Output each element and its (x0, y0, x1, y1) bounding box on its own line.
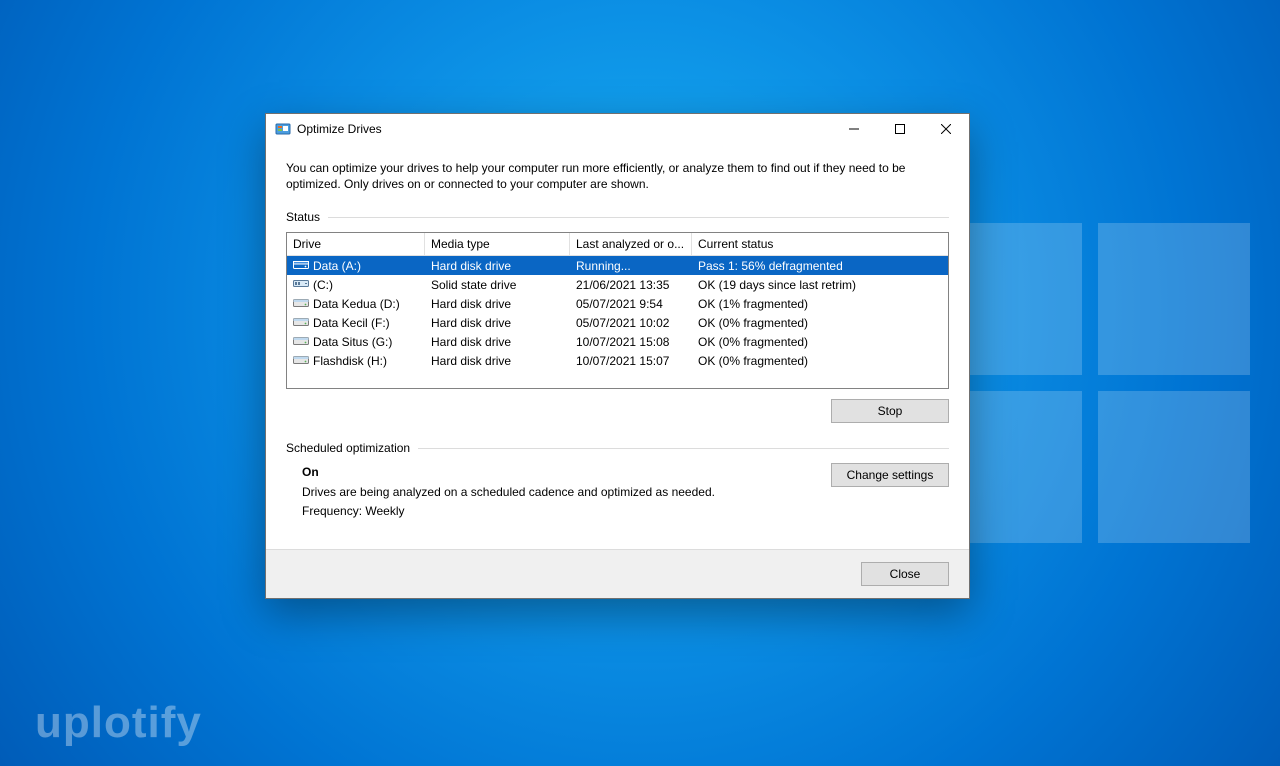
drive-media: Hard disk drive (425, 316, 570, 330)
status-section-label: Status (286, 210, 949, 224)
watermark-text: uplotify (35, 698, 202, 748)
drive-icon (293, 334, 313, 349)
minimize-button[interactable] (831, 114, 877, 144)
drive-name: Data Kecil (F:) (313, 316, 390, 330)
status-label-text: Status (286, 210, 320, 224)
drive-row[interactable]: Data Situs (G:) Hard disk drive10/07/2021… (287, 332, 948, 351)
drive-name: (C:) (313, 278, 333, 292)
scheduled-label-text: Scheduled optimization (286, 441, 410, 455)
optimize-drives-window: Optimize Drives You can optimize your dr… (265, 113, 970, 599)
col-header-status[interactable]: Current status (692, 233, 948, 256)
windows-logo-background (930, 223, 1250, 543)
drive-row[interactable]: Data Kedua (D:) Hard disk drive05/07/2021… (287, 294, 948, 313)
col-header-drive[interactable]: Drive (287, 233, 425, 256)
drive-media: Hard disk drive (425, 259, 570, 273)
drive-name: Data Kedua (D:) (313, 297, 400, 311)
close-window-button[interactable]: Close (861, 562, 949, 586)
scheduled-on-label: On (302, 463, 831, 482)
drive-last: Running... (570, 259, 692, 273)
drive-icon (293, 353, 313, 368)
drive-last: 21/06/2021 13:35 (570, 278, 692, 292)
drive-status: OK (19 days since last retrim) (692, 278, 948, 292)
drive-icon (293, 296, 313, 311)
drive-last: 10/07/2021 15:07 (570, 354, 692, 368)
intro-text: You can optimize your drives to help you… (286, 160, 949, 192)
drive-row[interactable]: Data Kecil (F:) Hard disk drive05/07/2021… (287, 313, 948, 332)
drive-row[interactable]: Flashdisk (H:) Hard disk drive10/07/2021 … (287, 351, 948, 370)
drive-name: Data Situs (G:) (313, 335, 392, 349)
drive-last: 05/07/2021 10:02 (570, 316, 692, 330)
titlebar[interactable]: Optimize Drives (266, 114, 969, 144)
drive-row[interactable]: Data (A:) Hard disk driveRunning...Pass 1… (287, 256, 948, 275)
col-header-last[interactable]: Last analyzed or o... (570, 233, 692, 256)
drive-status: OK (0% fragmented) (692, 354, 948, 368)
drive-media: Hard disk drive (425, 354, 570, 368)
drive-status: OK (1% fragmented) (692, 297, 948, 311)
drive-row[interactable]: (C:) Solid state drive21/06/2021 13:35OK … (287, 275, 948, 294)
drive-icon (293, 315, 313, 330)
app-icon (275, 121, 291, 137)
drive-media: Hard disk drive (425, 335, 570, 349)
drive-last: 10/07/2021 15:08 (570, 335, 692, 349)
drive-icon (293, 258, 313, 273)
drives-listview[interactable]: Drive Media type Last analyzed or o... C… (286, 232, 949, 389)
drive-icon (293, 277, 313, 292)
drive-media: Solid state drive (425, 278, 570, 292)
drive-last: 05/07/2021 9:54 (570, 297, 692, 311)
window-title: Optimize Drives (297, 122, 382, 136)
col-header-media[interactable]: Media type (425, 233, 570, 256)
listview-header[interactable]: Drive Media type Last analyzed or o... C… (287, 233, 948, 256)
drive-name: Flashdisk (H:) (313, 354, 387, 368)
scheduled-section-label: Scheduled optimization (286, 441, 949, 455)
drive-name: Data (A:) (313, 259, 361, 273)
drive-status: Pass 1: 56% defragmented (692, 259, 948, 273)
drive-status: OK (0% fragmented) (692, 335, 948, 349)
window-footer: Close (266, 549, 969, 598)
drive-media: Hard disk drive (425, 297, 570, 311)
change-settings-button[interactable]: Change settings (831, 463, 949, 487)
drive-status: OK (0% fragmented) (692, 316, 948, 330)
close-button[interactable] (923, 114, 969, 144)
stop-button[interactable]: Stop (831, 399, 949, 423)
scheduled-freq: Frequency: Weekly (302, 502, 831, 521)
scheduled-desc: Drives are being analyzed on a scheduled… (302, 483, 831, 502)
maximize-button[interactable] (877, 114, 923, 144)
